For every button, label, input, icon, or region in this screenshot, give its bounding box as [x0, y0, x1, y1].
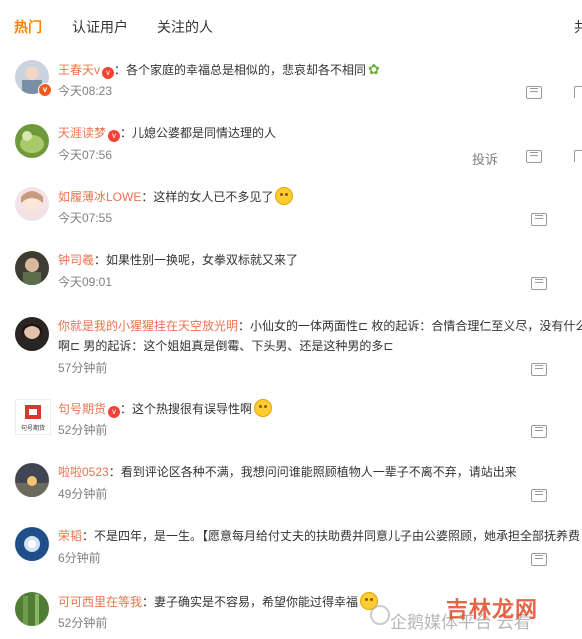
comment-item: 啦啦0523：看到评论区各种不满，我想问问谁能照顾植物人一辈子不离不弃，请站出来… — [0, 463, 582, 527]
comment-item: 钟司羲：如果性别一换呢，女拳双标就又来了 今天09:01 — [0, 251, 582, 315]
comment-username[interactable]: 你就是我的小猩猩挂在天空放光明 — [58, 319, 238, 333]
reply-icon[interactable] — [526, 150, 542, 163]
leaf-emoji-icon: ✿ — [368, 61, 380, 77]
emoji-icon — [254, 399, 273, 417]
comment-time: 今天07:55 — [58, 211, 113, 225]
reply-icon[interactable] — [531, 553, 547, 566]
reply-icon[interactable] — [531, 489, 547, 502]
comment-time: 今天09:01 — [58, 275, 113, 289]
comment-text: ：如果性别一换呢，女拳双标就又来了 — [94, 253, 299, 267]
vip-badge-icon: v — [102, 67, 115, 79]
logo-text: 句号期货 — [21, 424, 45, 432]
tab-verified-users[interactable]: 认证用户 — [72, 17, 128, 37]
comment-time: 52分钟前 — [58, 616, 108, 630]
comment-text: ：各个家庭的幸福总是相似的，悲哀却各不相同 — [114, 63, 367, 77]
comment-text: ：这样的女人已不多见了 — [141, 190, 274, 204]
comment-text: ：看到评论区各种不满，我想问问谁能照顾植物人一辈子不离不弃，请站出来 — [108, 465, 517, 479]
watermark-logo-icon — [370, 605, 390, 625]
comment-text: ：不是四年，是一生。【愿意每月给付丈夫的扶助费并同意儿子由公婆照顾，她承担全部抚… — [82, 529, 581, 543]
comment-item: 如履薄冰LOWE：这样的女人已不多见了 今天07:55 — [0, 187, 582, 251]
comment-username[interactable]: 荣韬 — [58, 529, 82, 543]
reply-icon[interactable] — [531, 363, 547, 376]
tab-total[interactable]: 共 — [574, 17, 582, 37]
avatar[interactable] — [15, 187, 49, 221]
tab-bar: 热门 认证用户 关注的人 共 — [0, 0, 582, 50]
like-icon[interactable] — [574, 86, 582, 98]
comment-time: 57分钟前 — [58, 361, 108, 375]
comment-username[interactable]: 啦啦0523 — [58, 465, 109, 479]
watermark-main: 吉林龙网 — [446, 597, 539, 622]
emoji-icon — [275, 187, 294, 205]
comment-item: 天涯读梦 v ：儿媳公婆都是同情达理的人 今天07:56 投诉 — [0, 124, 582, 188]
comment-username[interactable]: 钟司羲 — [58, 253, 94, 267]
comment-time: 今天08:23 — [58, 84, 113, 98]
avatar[interactable] — [15, 251, 49, 285]
vip-badge-icon: v — [108, 130, 121, 142]
verified-badge-icon: v — [38, 83, 52, 97]
comment-item: 荣韬：不是四年，是一生。【愿意每月给付丈夫的扶助费并同意儿子由公婆照顾，她承担全… — [0, 527, 582, 591]
reply-icon[interactable] — [526, 86, 542, 99]
comment-username[interactable]: 如履薄冰LOWE — [58, 190, 141, 204]
comment-time: 6分钟前 — [58, 551, 101, 565]
avatar[interactable] — [15, 527, 49, 561]
reply-icon[interactable] — [531, 213, 547, 226]
avatar[interactable] — [15, 124, 49, 158]
like-icon[interactable] — [574, 150, 582, 162]
comment-username[interactable]: 王春天v — [58, 63, 100, 77]
comment-item: 句号期货 句号期货 v ：这个热搜很有误导性啊 52分钟前 — [0, 399, 582, 463]
avatar[interactable] — [15, 592, 49, 626]
tab-hot[interactable]: 热门 — [14, 17, 42, 37]
tab-following[interactable]: 关注的人 — [157, 17, 213, 37]
comment-text: ：小仙女的一体两面性⊏ 枚的起诉：合情合理仁至义尽，没有什么 — [238, 319, 582, 333]
reply-icon[interactable] — [531, 277, 547, 290]
comment-username[interactable]: 天涯读梦 — [58, 126, 106, 140]
avatar[interactable] — [15, 463, 49, 497]
comment-item: 你就是我的小猩猩挂在天空放光明：小仙女的一体两面性⊏ 枚的起诉：合情合理仁至义尽… — [0, 317, 582, 387]
report-button[interactable]: 投诉 — [472, 149, 498, 168]
comment-time: 52分钟前 — [58, 423, 108, 437]
comment-username[interactable]: 句号期货 — [58, 402, 106, 416]
reply-icon[interactable] — [531, 425, 547, 438]
avatar[interactable] — [15, 317, 49, 351]
vip-badge-icon: v — [108, 406, 121, 418]
avatar[interactable]: 句号期货 — [15, 399, 51, 435]
comment-text: ：妻子确实是不容易，希望你能过得幸福 — [142, 595, 359, 609]
comment-time: 49分钟前 — [58, 487, 108, 501]
comment-item: v 王春天v v ：各个家庭的幸福总是相似的，悲哀却各不相同 ✿ 今天08:23 — [0, 60, 582, 124]
comment-text: ：这个热搜很有误导性啊 — [120, 402, 253, 416]
comment-time: 今天07:56 — [58, 148, 113, 162]
comment-text-continued: 啊⊏ 男的起诉：这个姐姐真是倒霉、下头男、还是这种男的多⊏ — [58, 339, 394, 353]
comment-username[interactable]: 可可西里在等我 — [58, 595, 142, 609]
comment-text: ：儿媳公婆都是同情达理的人 — [120, 126, 277, 140]
